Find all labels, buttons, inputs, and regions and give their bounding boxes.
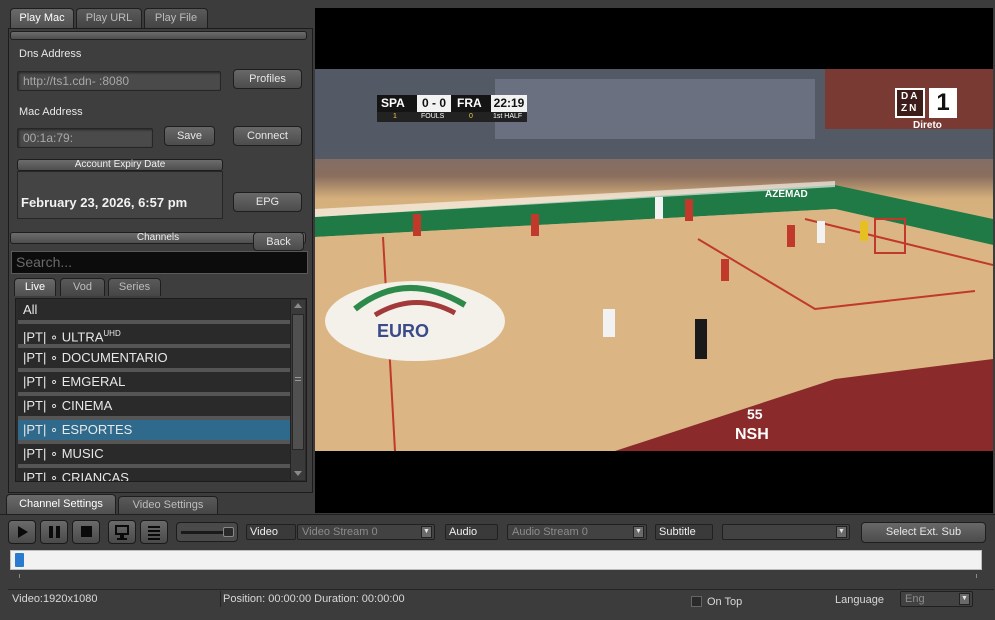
audio-label: Audio [445, 524, 498, 540]
status-divider [220, 591, 221, 607]
account-expiry-value: February 23, 2026, 6:57 pm [21, 195, 188, 210]
channel-number-logo: 1 [929, 88, 957, 118]
tab-vod[interactable]: Vod [60, 278, 105, 296]
game-clock: 22:19 [491, 95, 527, 112]
language-select[interactable]: Eng ▼ [900, 591, 973, 607]
stop-button[interactable] [72, 520, 100, 544]
chevron-down-icon: ▼ [421, 526, 432, 538]
language-label: Language [835, 594, 884, 606]
account-expiry-header: Account Expiry Date [17, 159, 223, 171]
playlist-button[interactable] [140, 520, 168, 544]
svg-text:EURO: EURO [377, 321, 429, 341]
svg-text:55: 55 [747, 406, 763, 422]
chevron-down-icon: ▼ [959, 593, 970, 605]
channel-item-ultra[interactable]: |PT| ∘ ULTRAUHD [18, 324, 295, 348]
tab-play-file[interactable]: Play File [144, 8, 208, 28]
connect-button[interactable]: Connect [233, 126, 302, 146]
monitor-icon [115, 525, 129, 535]
channel-search-input[interactable]: Search... [11, 251, 308, 274]
home-team: SPA [381, 96, 405, 110]
subtitle-label: Subtitle [655, 524, 713, 540]
seek-tick-end [976, 574, 977, 578]
channel-list-scrollbar[interactable] [290, 300, 305, 480]
score: 0 - 0 [417, 95, 451, 112]
save-button[interactable]: Save [164, 126, 215, 146]
epg-button[interactable]: EPG [233, 192, 302, 212]
tab-series[interactable]: Series [108, 278, 161, 296]
chevron-down-icon: ▼ [836, 526, 847, 538]
video-player[interactable]: EURO NSH 55 AZEMAD SPA 0 - 0 FRA 22:19 1… [315, 8, 993, 513]
scrollbar-thumb[interactable] [292, 314, 304, 450]
tab-play-mac[interactable]: Play Mac [10, 8, 74, 29]
seek-tick-start [19, 574, 20, 578]
court-scene: EURO NSH 55 AZEMAD [315, 69, 993, 451]
svg-text:AZEMAD: AZEMAD [765, 189, 808, 200]
channel-item-criancas[interactable]: |PT| ∘ CRIANCAS [18, 468, 295, 481]
video-resolution: Video:1920x1080 [12, 593, 98, 605]
tab-live[interactable]: Live [14, 278, 56, 296]
svg-text:NSH: NSH [735, 426, 769, 443]
list-icon [148, 526, 160, 528]
broadcaster-logo: DA ZN [895, 88, 925, 118]
stop-icon [81, 526, 92, 537]
fullscreen-button[interactable] [108, 520, 136, 544]
on-top-label: On Top [707, 596, 743, 608]
scroll-down-icon[interactable] [294, 471, 302, 476]
on-top-checkbox[interactable] [691, 596, 702, 607]
channel-item-music[interactable]: |PT| ∘ MUSIC [18, 444, 295, 468]
play-button[interactable] [8, 520, 36, 544]
video-stream-select[interactable]: Video Stream 0 ▼ [297, 524, 435, 540]
away-fouls: 0 [469, 113, 473, 120]
pause-button[interactable] [40, 520, 68, 544]
channel-item-documentario[interactable]: |PT| ∘ DOCUMENTARIO [18, 348, 295, 372]
volume-handle[interactable] [223, 527, 234, 537]
channel-item-esportes[interactable]: |PT| ∘ ESPORTES [18, 420, 295, 444]
video-frame: EURO NSH 55 AZEMAD SPA 0 - 0 FRA 22:19 1… [315, 69, 993, 451]
scoreboard: SPA 0 - 0 FRA 22:19 1 FOULS 0 1st HALF [377, 95, 527, 123]
play-icon [18, 526, 28, 538]
audio-stream-select[interactable]: Audio Stream 0 ▼ [507, 524, 647, 540]
period: 1st HALF [493, 113, 523, 120]
playback-position: Position: 00:00:00 Duration: 00:00:00 [223, 593, 405, 605]
seek-handle[interactable] [15, 553, 24, 567]
subtitle-select[interactable]: ▼ [722, 524, 850, 540]
channel-item-all[interactable]: All [18, 300, 295, 324]
divider [0, 514, 995, 515]
tab-channel-settings[interactable]: Channel Settings [6, 494, 116, 514]
fouls-label: FOULS [421, 113, 445, 120]
channel-item-emgeral[interactable]: |PT| ∘ EMGERAL [18, 372, 295, 396]
away-team: FRA [457, 96, 482, 110]
channel-list: All |PT| ∘ ULTRAUHD |PT| ∘ DOCUMENTARIO … [15, 298, 307, 482]
back-button[interactable]: Back [253, 232, 304, 251]
home-fouls: 1 [393, 113, 397, 120]
video-label: Video [246, 524, 296, 540]
tab-play-url[interactable]: Play URL [76, 8, 142, 28]
select-external-subtitle-button[interactable]: Select Ext. Sub [861, 522, 986, 543]
mac-address-input[interactable]: 00:1a:79: [17, 128, 153, 148]
dns-address-input[interactable]: http://ts1.cdn- :8080 [17, 71, 221, 91]
channel-item-cinema[interactable]: |PT| ∘ CINEMA [18, 396, 295, 420]
chevron-down-icon: ▼ [633, 526, 644, 538]
seek-bar[interactable] [10, 550, 982, 570]
scroll-up-icon[interactable] [294, 303, 302, 308]
pause-icon [49, 526, 53, 538]
tab-video-settings[interactable]: Video Settings [118, 496, 218, 514]
volume-slider[interactable] [176, 522, 238, 542]
live-tag: Direto [913, 120, 942, 131]
profiles-button[interactable]: Profiles [233, 69, 302, 89]
dns-label: Dns Address [19, 48, 82, 60]
mac-label: Mac Address [19, 106, 83, 118]
panel-top-bar [10, 31, 307, 40]
